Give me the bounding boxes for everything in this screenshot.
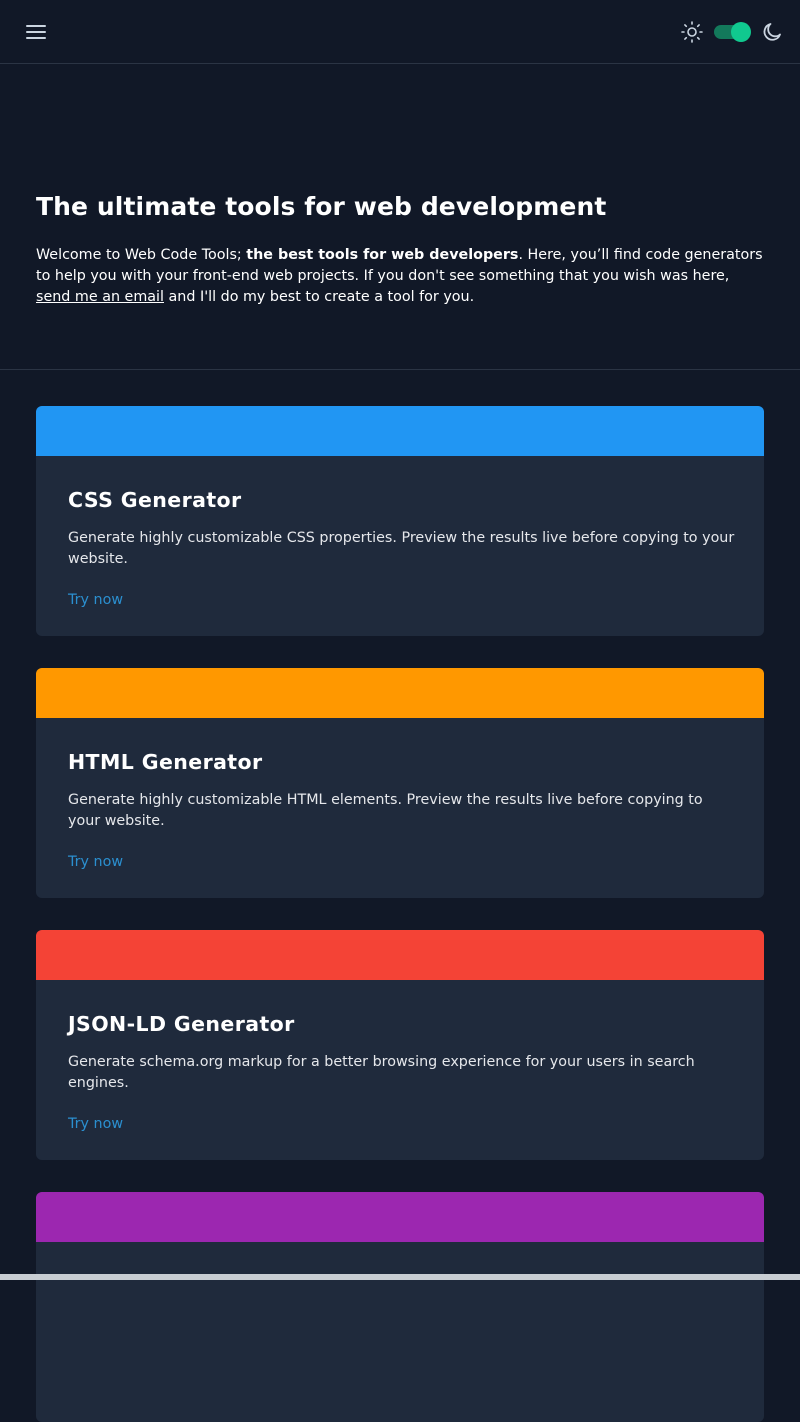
- card-partial: [36, 1192, 764, 1422]
- try-now-link[interactable]: Try now: [68, 592, 123, 608]
- card-color-band: [36, 668, 764, 718]
- card-json-ld-generator: JSON-LD Generator Generate schema.org ma…: [36, 930, 764, 1160]
- card-title: HTML Generator: [68, 750, 263, 774]
- card-color-band: [36, 406, 764, 456]
- moon-icon[interactable]: [760, 20, 784, 44]
- card-title: CSS Generator: [68, 488, 242, 512]
- card-description: Generate highly customizable HTML elemen…: [68, 792, 703, 829]
- intro-suffix: and I'll do my best to create a tool for…: [164, 289, 475, 305]
- top-bar: [0, 0, 800, 64]
- try-now-link[interactable]: Try now: [68, 854, 123, 870]
- page-title: The ultimate tools for web development: [36, 192, 607, 221]
- try-now-link[interactable]: Try now: [68, 1116, 123, 1132]
- card-css-generator: CSS Generator Generate highly customizab…: [36, 406, 764, 636]
- card-html-generator: HTML Generator Generate highly customiza…: [36, 668, 764, 898]
- theme-toggle-knob: [731, 22, 751, 42]
- email-link[interactable]: send me an email: [36, 289, 164, 305]
- card-color-band: [36, 930, 764, 980]
- card-description: Generate highly customizable CSS propert…: [68, 530, 735, 567]
- theme-toggle[interactable]: [714, 22, 751, 42]
- intro-prefix: Welcome to Web Code Tools;: [36, 247, 247, 263]
- intro-bold: the best tools for web developers: [246, 247, 519, 263]
- card-color-band: [36, 1192, 764, 1242]
- horizontal-scrollbar[interactable]: [0, 1274, 800, 1280]
- card-title: JSON-LD Generator: [68, 1012, 295, 1036]
- hero-section: The ultimate tools for web development W…: [0, 64, 800, 370]
- card-description: Generate schema.org markup for a better …: [68, 1054, 695, 1091]
- hamburger-menu-icon[interactable]: [24, 20, 48, 44]
- intro-text: Welcome to Web Code Tools; the best tool…: [36, 245, 766, 308]
- sun-icon[interactable]: [680, 20, 704, 44]
